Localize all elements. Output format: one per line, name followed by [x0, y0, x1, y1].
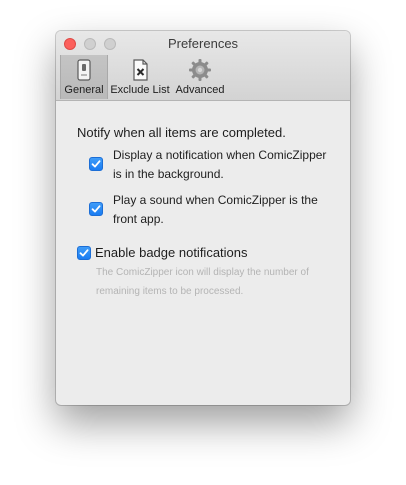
- badge-checkbox[interactable]: [77, 246, 91, 260]
- sound-option-label[interactable]: Play a sound when ComicZipper is the fro…: [113, 191, 345, 229]
- switch-icon: [77, 59, 91, 81]
- window-title: Preferences: [167, 36, 239, 51]
- tab-advanced[interactable]: Advanced: [174, 55, 226, 99]
- notification-option-label[interactable]: Display a notification when ComicZipper …: [113, 146, 345, 184]
- gear-icon: [189, 59, 211, 81]
- notify-heading: Notify when all items are completed.: [77, 125, 286, 140]
- checkmark-icon: [79, 249, 89, 257]
- tab-advanced-label: Advanced: [175, 84, 225, 96]
- tab-general[interactable]: General: [60, 55, 108, 99]
- tab-exclude-list-label: Exclude List: [110, 84, 170, 96]
- checkmark-icon: [91, 205, 101, 213]
- badge-help-text: The ComicZipper icon will display the nu…: [96, 267, 309, 297]
- general-pane: Notify when all items are completed. Dis…: [56, 101, 350, 405]
- checkmark-icon: [91, 160, 101, 168]
- notification-checkbox[interactable]: [89, 157, 103, 171]
- document-x-icon: [133, 59, 148, 81]
- badge-option-label[interactable]: Enable badge notifications: [95, 245, 248, 260]
- sound-checkbox[interactable]: [89, 202, 103, 216]
- tab-general-label: General: [64, 84, 104, 96]
- preferences-window: Preferences General Exclude List Advance…: [56, 31, 350, 405]
- toolbar: Preferences General Exclude List Advance…: [56, 31, 350, 101]
- tab-exclude-list[interactable]: Exclude List: [108, 55, 172, 99]
